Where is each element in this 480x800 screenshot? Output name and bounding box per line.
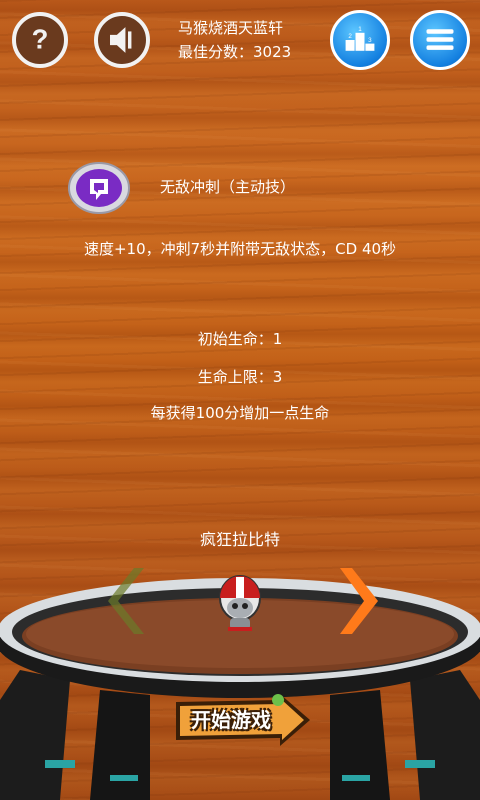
- best-score: 最佳分数：3023: [178, 43, 292, 61]
- start-game-label: 开始游戏: [191, 708, 271, 732]
- svg-text:3: 3: [368, 37, 372, 44]
- skill-description: 速度+10，冲刺7秒并附带无敌状态，CD 40秒: [83, 240, 397, 258]
- character-name: 疯狂拉比特: [199, 530, 280, 549]
- dash-skill-icon: [68, 162, 130, 214]
- svg-text:2: 2: [348, 33, 352, 40]
- prev-character-button[interactable]: [104, 568, 144, 634]
- leaderboard-icon: 2 1 3: [345, 26, 375, 51]
- player-name: 马猴烧酒天蓝轩: [178, 19, 284, 37]
- life-bonus-rule: 每获得100分增加一点生命: [150, 404, 330, 422]
- skill-title: 无敌冲刺（主动技）: [160, 178, 296, 196]
- sound-button[interactable]: [94, 12, 150, 68]
- initial-life: 初始生命：1: [197, 330, 283, 348]
- menu-icon: [426, 29, 454, 50]
- svg-text:1: 1: [358, 26, 362, 33]
- help-button[interactable]: ?: [12, 12, 68, 68]
- chevron-right-icon: [340, 568, 378, 634]
- menu-button[interactable]: [410, 10, 470, 70]
- sound-icon: [110, 27, 132, 53]
- svg-text:?: ?: [32, 24, 49, 55]
- chevron-left-icon: [108, 568, 144, 634]
- player-info: 马猴烧酒天蓝轩 最佳分数：3023: [178, 16, 291, 64]
- leaderboard-button[interactable]: 2 1 3: [330, 10, 390, 70]
- life-limit: 生命上限：3: [197, 368, 283, 386]
- rabbit-character: [219, 575, 261, 631]
- next-character-button[interactable]: [340, 568, 380, 634]
- help-icon: ?: [32, 24, 49, 55]
